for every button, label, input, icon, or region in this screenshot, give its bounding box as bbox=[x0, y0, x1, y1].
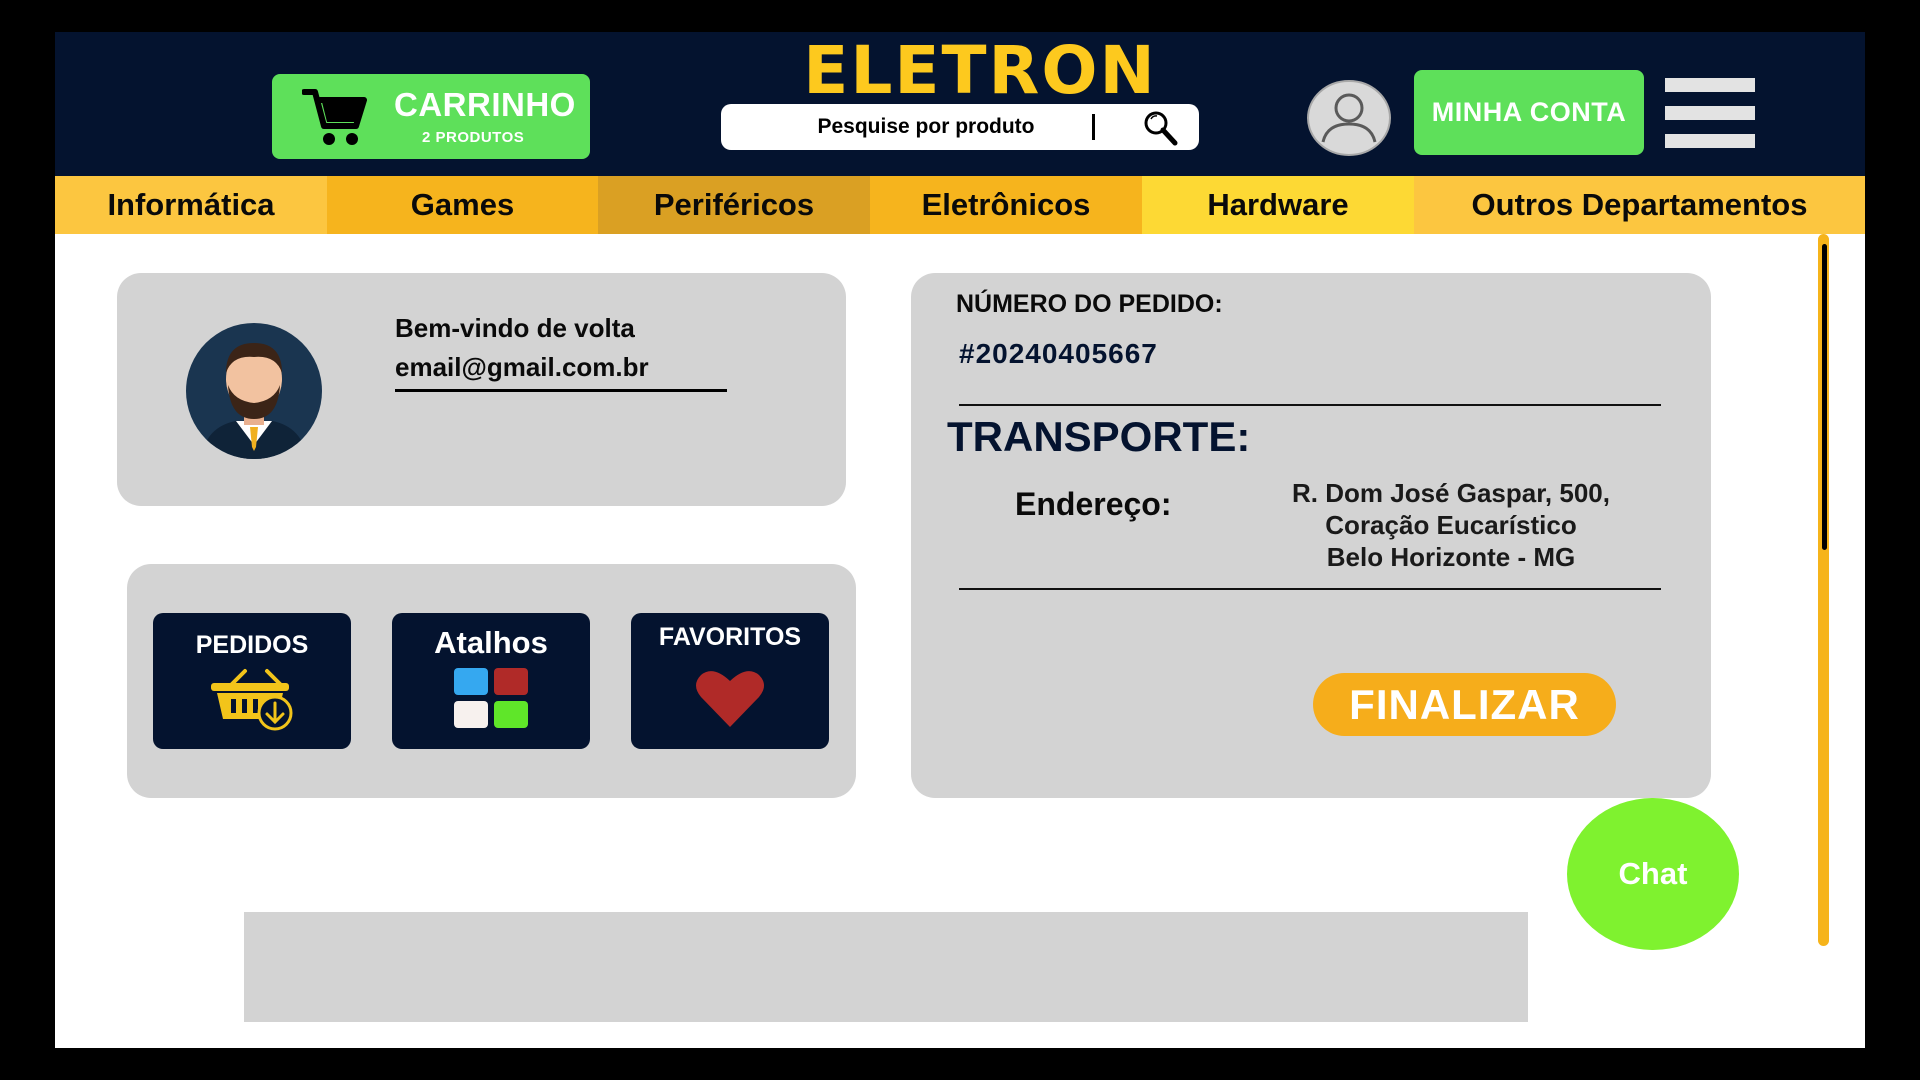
finalize-button[interactable]: FINALIZAR bbox=[1313, 673, 1616, 736]
order-number: #20240405667 bbox=[959, 338, 1158, 369]
nav-item-perifericos[interactable]: Periféricos bbox=[598, 176, 870, 234]
favorites-tile[interactable]: FAVORITOS bbox=[631, 613, 829, 749]
basket-download-icon bbox=[211, 669, 293, 731]
cart-button[interactable]: CARRINHO 2 PRODUTOS bbox=[272, 74, 590, 159]
chat-button[interactable]: Chat bbox=[1567, 798, 1739, 950]
logo[interactable]: ELETRON bbox=[745, 32, 1215, 110]
cart-icon bbox=[302, 89, 367, 145]
footer-placeholder bbox=[244, 912, 1528, 1022]
nav-item-informatica[interactable]: Informática bbox=[55, 176, 327, 234]
order-number-label: NÚMERO DO PEDIDO: bbox=[956, 290, 1223, 318]
cart-count: 2 PRODUTOS bbox=[422, 129, 525, 146]
divider bbox=[959, 404, 1661, 406]
account-button[interactable]: MINHA CONTA bbox=[1414, 70, 1644, 155]
favorites-tile-label: FAVORITOS bbox=[658, 623, 802, 651]
orders-tile-label: PEDIDOS bbox=[195, 631, 309, 659]
divider bbox=[959, 588, 1661, 590]
nav-item-eletronicos[interactable]: Eletrônicos bbox=[870, 176, 1142, 234]
address-label: Endereço: bbox=[1015, 486, 1172, 522]
user-email: email@gmail.com.br bbox=[395, 352, 727, 392]
heart-icon bbox=[696, 671, 764, 727]
transport-title: TRANSPORTE: bbox=[947, 413, 1251, 460]
order-card: NÚMERO DO PEDIDO: #20240405667 TRANSPORT… bbox=[911, 273, 1711, 798]
hamburger-menu-icon[interactable] bbox=[1665, 78, 1757, 148]
search-icon[interactable] bbox=[1141, 108, 1181, 148]
orders-tile[interactable]: PEDIDOS bbox=[153, 613, 351, 749]
profile-card: Bem-vindo de volta email@gmail.com.br bbox=[117, 273, 846, 506]
shipping-address: R. Dom José Gaspar, 500, Coração Eucarís… bbox=[1251, 477, 1651, 573]
grid-apps-icon bbox=[454, 668, 528, 728]
nav-item-hardware[interactable]: Hardware bbox=[1142, 176, 1414, 234]
category-nav: Informática Games Periféricos Eletrônico… bbox=[55, 176, 1865, 234]
welcome-text: Bem-vindo de volta bbox=[395, 313, 635, 343]
text-cursor bbox=[1092, 114, 1095, 140]
search-box bbox=[721, 104, 1199, 150]
cart-title: CARRINHO bbox=[394, 86, 576, 123]
search-input[interactable] bbox=[741, 104, 1111, 150]
profile-avatar-icon bbox=[186, 323, 322, 459]
address-line-3: Belo Horizonte - MG bbox=[1326, 542, 1576, 572]
nav-item-outros-departamentos[interactable]: Outros Departamentos bbox=[1414, 176, 1865, 234]
header: CARRINHO 2 PRODUTOS ELETRON MINHA CONTA bbox=[55, 32, 1865, 176]
shortcuts-tile-label: Atalhos bbox=[434, 625, 548, 660]
nav-item-games[interactable]: Games bbox=[327, 176, 598, 234]
scrollbar-thumb[interactable] bbox=[1822, 244, 1827, 550]
user-avatar-icon[interactable] bbox=[1307, 80, 1391, 156]
shortcuts-panel: PEDIDOS Atalhos FAVORITOS bbox=[127, 564, 856, 798]
shortcuts-tile[interactable]: Atalhos bbox=[392, 613, 590, 749]
app-frame: CARRINHO 2 PRODUTOS ELETRON MINHA CONTA bbox=[55, 32, 1865, 1048]
address-line-1: R. Dom José Gaspar, 500, bbox=[1292, 478, 1610, 508]
address-line-2: Coração Eucarístico bbox=[1325, 510, 1577, 540]
